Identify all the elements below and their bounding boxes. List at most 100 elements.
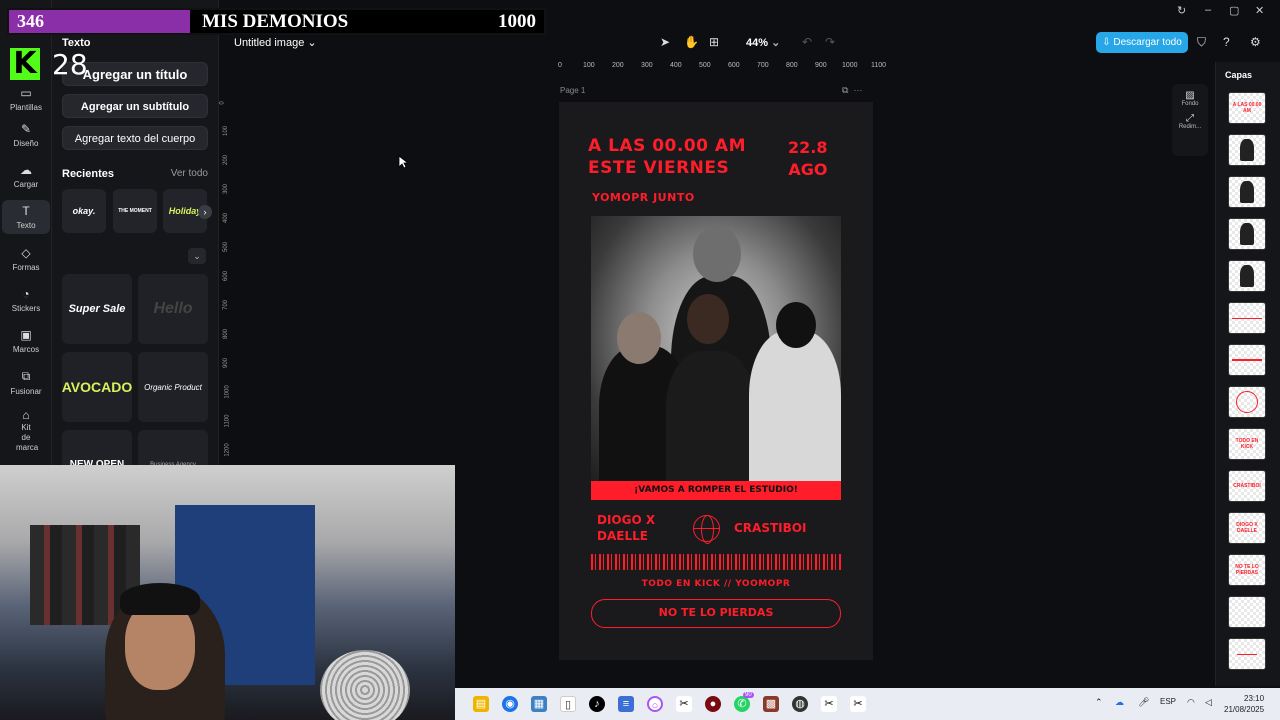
- layer-thumb[interactable]: TODO EN KICK: [1228, 428, 1266, 460]
- volume-icon[interactable]: ◁: [1205, 697, 1212, 708]
- language-indicator[interactable]: ESP: [1160, 697, 1176, 706]
- layers-panel: Capas A LAS 00.00 AM TODO EN KICK CRASTI…: [1215, 62, 1280, 686]
- stream-goal-bar: 346 MIS DEMONIOS 1000: [7, 8, 546, 35]
- layer-thumb[interactable]: [1228, 176, 1266, 208]
- template-business-agency[interactable]: Business Agency: [138, 430, 208, 465]
- template-avocado[interactable]: AVOCADO: [62, 352, 132, 422]
- poster-date[interactable]: 22.8 AGO: [788, 137, 827, 181]
- more-options-icon[interactable]: ⋯: [853, 85, 862, 95]
- stream-goal-title: MIS DEMONIOS: [190, 10, 544, 33]
- rail-item-text[interactable]: T Texto: [2, 200, 50, 234]
- wifi-icon[interactable]: ◠: [1187, 697, 1195, 708]
- text-icon: T: [22, 204, 30, 218]
- resize-icon: ⤢: [1186, 113, 1194, 124]
- rail-item-templates[interactable]: ▭ Plantillas: [2, 86, 50, 112]
- poster-canvas[interactable]: A LAS 00.00 AM ESTE VIERNES 22.8 AGO YOM…: [559, 102, 873, 660]
- minimize-icon[interactable]: –: [1205, 4, 1211, 16]
- page-tools[interactable]: ⧉ ⋯: [842, 85, 862, 96]
- layer-thumb[interactable]: [1228, 386, 1266, 418]
- template-new-open[interactable]: NEW OPEN: [62, 430, 132, 465]
- layout-icon[interactable]: ⊞: [709, 35, 719, 49]
- poster-footer[interactable]: TODO EN KICK // YOOMOPR: [559, 579, 873, 589]
- cloud-icon[interactable]: ☁: [1115, 697, 1124, 708]
- rail-item-upload[interactable]: ☁ Cargar: [2, 163, 50, 189]
- stream-left-count: 346: [9, 10, 190, 33]
- layer-thumb[interactable]: [1228, 596, 1266, 628]
- layer-thumb[interactable]: [1228, 302, 1266, 334]
- refresh-icon[interactable]: ↻: [1177, 4, 1186, 17]
- shield-icon[interactable]: ⛉: [1197, 35, 1206, 50]
- poster-subheading[interactable]: YOMOPR JUNTO: [592, 191, 695, 204]
- rail-item-brand-kit[interactable]: ⌂ Kit de marca: [2, 409, 50, 453]
- undo-icon[interactable]: ↶: [802, 35, 812, 49]
- close-icon[interactable]: ✕: [1255, 4, 1264, 17]
- chevron-right-icon[interactable]: ›: [198, 205, 212, 219]
- add-body-text-button[interactable]: Agregar texto del cuerpo: [62, 126, 208, 150]
- poster-artists-left[interactable]: DIOGO X DAELLE: [597, 512, 655, 544]
- poster-group-photo[interactable]: [591, 216, 841, 481]
- whatsapp-icon[interactable]: ✆: [734, 696, 750, 712]
- clock[interactable]: 23:10 21/08/2025: [1224, 693, 1264, 715]
- layer-thumb[interactable]: [1228, 134, 1266, 166]
- layer-thumb[interactable]: DIOGO X DAELLE: [1228, 512, 1266, 544]
- background-button[interactable]: ▨ Fondo: [1172, 90, 1208, 107]
- gear-icon[interactable]: ⚙: [1250, 35, 1261, 49]
- layer-thumb[interactable]: CRASTIBOI: [1228, 470, 1266, 502]
- help-icon[interactable]: ?: [1223, 35, 1230, 49]
- poster-headline[interactable]: A LAS 00.00 AM ESTE VIERNES: [588, 135, 746, 179]
- template-hello[interactable]: Hello: [138, 274, 208, 344]
- select-tool-icon[interactable]: ➤: [660, 35, 670, 49]
- layer-thumb[interactable]: [1228, 638, 1266, 670]
- layer-thumb[interactable]: NO TE LO PIERDAS: [1228, 554, 1266, 586]
- winrar-icon[interactable]: ▩: [763, 696, 779, 712]
- duplicate-page-icon[interactable]: ⧉: [842, 85, 848, 95]
- rail-item-merge[interactable]: ⧉ Fusionar: [2, 369, 50, 396]
- microphone-icon[interactable]: 🎤︎: [1138, 697, 1149, 708]
- rail-item-frames[interactable]: ▣ Marcos: [2, 328, 50, 354]
- capcut-icon-3[interactable]: ✂: [850, 696, 866, 712]
- rail-item-shapes[interactable]: ◇ Formas: [2, 246, 50, 272]
- obs-icon[interactable]: ◍: [792, 696, 808, 712]
- redo-icon[interactable]: ↷: [825, 35, 835, 49]
- file-icon[interactable]: ▯: [560, 696, 576, 712]
- see-all-link[interactable]: Ver todo: [171, 168, 208, 179]
- restore-icon[interactable]: ▢: [1229, 4, 1239, 17]
- template-organic-product[interactable]: Organic Product: [138, 352, 208, 422]
- rail-item-stickers[interactable]: ◔ Stickers: [2, 287, 50, 313]
- hand-tool-icon[interactable]: ✋: [684, 35, 699, 49]
- layer-thumb[interactable]: A LAS 00.00 AM: [1228, 92, 1266, 124]
- taskbar: ▤ ◉ ▦ ▯ ♪ ≡ ○ ✂ ● ✆ 90 ▩ ◍ ✂ ✂ ⌃ ☁ 🎤︎ ES…: [455, 688, 1280, 720]
- template-super-sale[interactable]: Super Sale: [62, 274, 132, 344]
- chevron-up-icon[interactable]: ⌃: [1095, 697, 1103, 708]
- chevron-down-icon: ⌄: [307, 37, 317, 49]
- recent-text-okay[interactable]: okay.: [62, 189, 106, 233]
- zoom-level[interactable]: 44% ⌄: [746, 36, 780, 49]
- layer-thumb[interactable]: [1228, 344, 1266, 376]
- file-explorer-icon[interactable]: ▤: [473, 696, 489, 712]
- app-ring-icon[interactable]: ○: [647, 696, 663, 712]
- record-icon[interactable]: ●: [705, 696, 721, 712]
- document-title[interactable]: Untitled image ⌄: [234, 36, 317, 49]
- poster-artist-right[interactable]: CRASTIBOI: [734, 521, 806, 535]
- add-subtitle-button[interactable]: Agregar un subtítulo: [62, 94, 208, 118]
- recent-text-moment[interactable]: THE MOMENT: [113, 189, 157, 233]
- upload-icon: ☁: [20, 163, 32, 177]
- chevron-down-icon[interactable]: ⌄: [188, 248, 206, 264]
- stream-right-count: 1000: [498, 11, 536, 32]
- layer-thumb[interactable]: [1228, 218, 1266, 250]
- poster-banner[interactable]: ¡VAMOS A ROMPER EL ESTUDIO!: [591, 481, 841, 500]
- layer-thumb[interactable]: [1228, 260, 1266, 292]
- capcut-icon[interactable]: ✂: [676, 696, 692, 712]
- capcut-icon-2[interactable]: ✂: [821, 696, 837, 712]
- background-icon: ▨: [1185, 90, 1195, 101]
- globe-icon[interactable]: [693, 515, 720, 544]
- resize-button[interactable]: ⤢ Redim...: [1172, 113, 1208, 130]
- notes-icon[interactable]: ≡: [618, 696, 634, 712]
- poster-cta[interactable]: NO TE LO PIERDAS: [591, 599, 841, 628]
- calculator-icon[interactable]: ▦: [531, 696, 547, 712]
- download-all-button[interactable]: ⇩ Descargar todo: [1096, 32, 1188, 53]
- rail-item-design[interactable]: ✎ Diseño: [2, 122, 50, 148]
- tiktok-icon[interactable]: ♪: [589, 696, 605, 712]
- poster-barcode[interactable]: [591, 554, 841, 570]
- chrome-icon[interactable]: ◉: [502, 696, 518, 712]
